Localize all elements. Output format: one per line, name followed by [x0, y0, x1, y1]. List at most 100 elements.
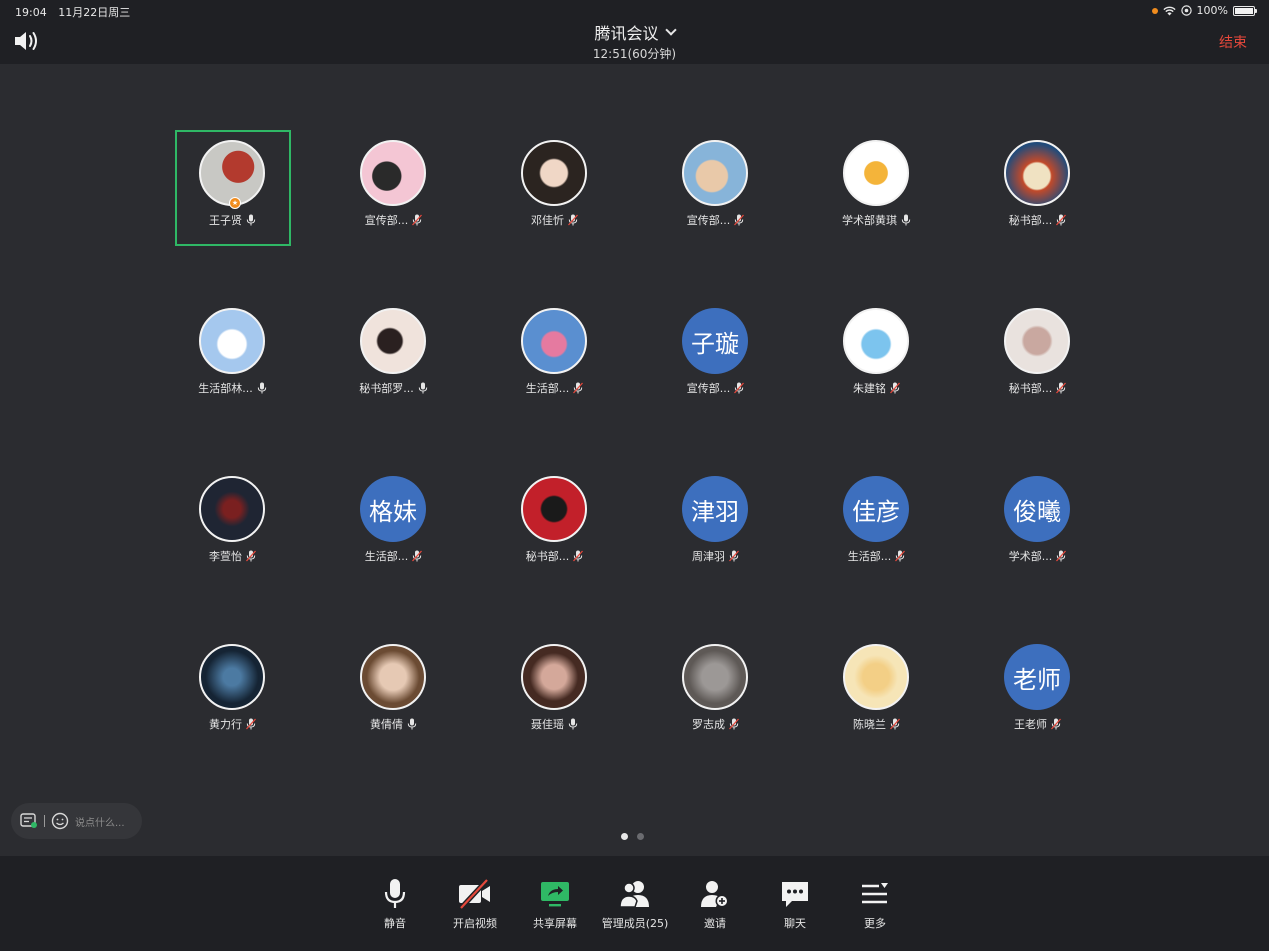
wifi-icon [1162, 6, 1176, 15]
participant-label: 学术部... [980, 548, 1096, 564]
start-video-label: 开启视频 [453, 917, 497, 930]
invite-icon [701, 881, 729, 908]
participant-tile[interactable]: 生活部林... [175, 298, 291, 414]
participant-name: 秘书部... [525, 550, 570, 563]
invite-button[interactable]: 邀请 [675, 878, 755, 931]
mic-icon [568, 718, 578, 730]
participant-tile[interactable]: 津羽 周津羽 [658, 466, 774, 582]
participant-tile[interactable]: 俊曦学术部... [980, 466, 1096, 582]
bottom-toolbar: 静音 开启视频 共享屏幕 管理成员(25) 邀请 聊天 更多 [0, 856, 1269, 951]
participant-tile[interactable]: 罗志成 [658, 634, 774, 750]
avatar [682, 140, 748, 206]
meeting-title-text: 腾讯会议 [594, 24, 659, 43]
chat-icon [782, 882, 808, 907]
invite-label: 邀请 [704, 917, 726, 930]
participant-label: 生活部... [336, 548, 452, 564]
battery-percent: 100% [1196, 4, 1228, 17]
participant-name: 宣传部... [364, 214, 409, 227]
participant-tile[interactable]: 生活部... [497, 298, 613, 414]
participant-name: 周津羽 [692, 550, 725, 563]
mic-muted-icon [246, 718, 256, 730]
participant-name: 生活部... [525, 382, 570, 395]
danmaku-icon[interactable] [20, 813, 38, 829]
meeting-title[interactable]: 腾讯会议 [594, 20, 677, 44]
chat-button[interactable]: 聊天 [755, 878, 835, 931]
mic-muted-icon [568, 214, 578, 226]
participant-label: 陈晓兰 [819, 716, 935, 732]
participant-label: 朱建铭 [819, 380, 935, 396]
microphone-icon [384, 879, 406, 908]
participant-tile[interactable]: 宣传部... [658, 130, 774, 246]
mic-muted-icon [412, 214, 423, 226]
chat-input[interactable]: 说点什么... [11, 803, 142, 839]
participant-tile[interactable]: 黄倩倩 [336, 634, 452, 750]
participant-name: 学术部黄琪 [842, 214, 897, 227]
mic-muted-icon [573, 550, 584, 562]
mic-muted-icon [1051, 718, 1061, 730]
participant-tile[interactable]: 秘书部... [980, 130, 1096, 246]
avatar [843, 140, 909, 206]
host-badge-icon: ★ [229, 197, 241, 209]
share-screen-label: 共享屏幕 [533, 917, 577, 930]
end-meeting-button[interactable]: 结束 [1219, 32, 1247, 52]
participant-label: 秘书部... [497, 548, 613, 564]
mic-icon [246, 214, 256, 226]
participant-label: 王子贤 [177, 212, 289, 228]
page-dot-2[interactable] [637, 833, 644, 840]
meeting-header: 腾讯会议 12:51(60分钟) 结束 [0, 22, 1269, 64]
start-video-button[interactable]: 开启视频 [435, 878, 515, 931]
participant-tile[interactable]: 学术部黄琪 [819, 130, 935, 246]
participant-tile[interactable]: 李萱怡 [175, 466, 291, 582]
participant-tile[interactable]: 秘书部... [497, 466, 613, 582]
emoji-icon[interactable] [51, 812, 69, 830]
participant-tile[interactable]: ★ 王子贤 [175, 130, 291, 246]
participant-tile[interactable]: 秘书部罗... [336, 298, 452, 414]
participant-tile[interactable]: 佳彦 生活部... [819, 466, 935, 582]
participant-label: 罗志成 [658, 716, 774, 732]
participant-name: 秘书部罗... [359, 382, 414, 395]
avatar: 老师 [1004, 644, 1070, 710]
avatar: 格妹 [360, 476, 426, 542]
participant-name: 秘书部... [1008, 382, 1053, 395]
participant-name: 黄倩倩 [370, 718, 403, 731]
participant-name: 李萱怡 [209, 550, 242, 563]
participant-tile[interactable]: 黄力行 [175, 634, 291, 750]
participant-tile[interactable]: 朱建铭 [819, 298, 935, 414]
participant-name: 生活部... [364, 550, 409, 563]
avatar [521, 140, 587, 206]
participant-label: 生活部... [819, 548, 935, 564]
participant-tile[interactable]: 聂佳瑶 [497, 634, 613, 750]
participant-tile[interactable]: 秘书部... [980, 298, 1096, 414]
participant-label: 秘书部... [980, 212, 1096, 228]
status-date: 11月22日周三 [58, 6, 131, 19]
participant-tile[interactable]: 邓佳忻 [497, 130, 613, 246]
page-dot-1[interactable] [621, 833, 628, 840]
meeting-title-area[interactable]: 腾讯会议 12:51(60分钟) [0, 20, 1269, 62]
mic-muted-icon [573, 382, 584, 394]
participant-tile[interactable]: 老师 王老师 [980, 634, 1096, 750]
participant-tile[interactable]: 陈晓兰 [819, 634, 935, 750]
participant-grid: ★ 王子贤 宣传部... 邓佳忻 宣传部... 学术部黄琪 秘书部... 生活部… [0, 64, 1269, 856]
avatar [521, 476, 587, 542]
participant-name: 生活部... [847, 550, 892, 563]
avatar [199, 140, 265, 206]
participant-tile[interactable]: 格妹生活部... [336, 466, 452, 582]
avatar [360, 644, 426, 710]
participant-name: 邓佳忻 [531, 214, 564, 227]
avatar [360, 308, 426, 374]
mute-button[interactable]: 静音 [355, 878, 435, 931]
participant-tile[interactable]: 宣传部... [336, 130, 452, 246]
participant-name: 黄力行 [209, 718, 242, 731]
avatar: 俊曦 [1004, 476, 1070, 542]
more-button[interactable]: 更多 [835, 878, 915, 931]
manage-members-button[interactable]: 管理成员(25) [595, 878, 675, 931]
participant-name: 学术部... [1008, 550, 1053, 563]
page-indicator[interactable] [621, 833, 644, 840]
mic-muted-icon [1056, 214, 1067, 226]
participant-name: 罗志成 [692, 718, 725, 731]
participant-tile[interactable]: 子璇 宣传部... [658, 298, 774, 414]
location-icon [1180, 5, 1192, 16]
share-screen-button[interactable]: 共享屏幕 [515, 878, 595, 931]
mic-icon [901, 214, 911, 226]
mic-muted-icon [895, 550, 906, 562]
